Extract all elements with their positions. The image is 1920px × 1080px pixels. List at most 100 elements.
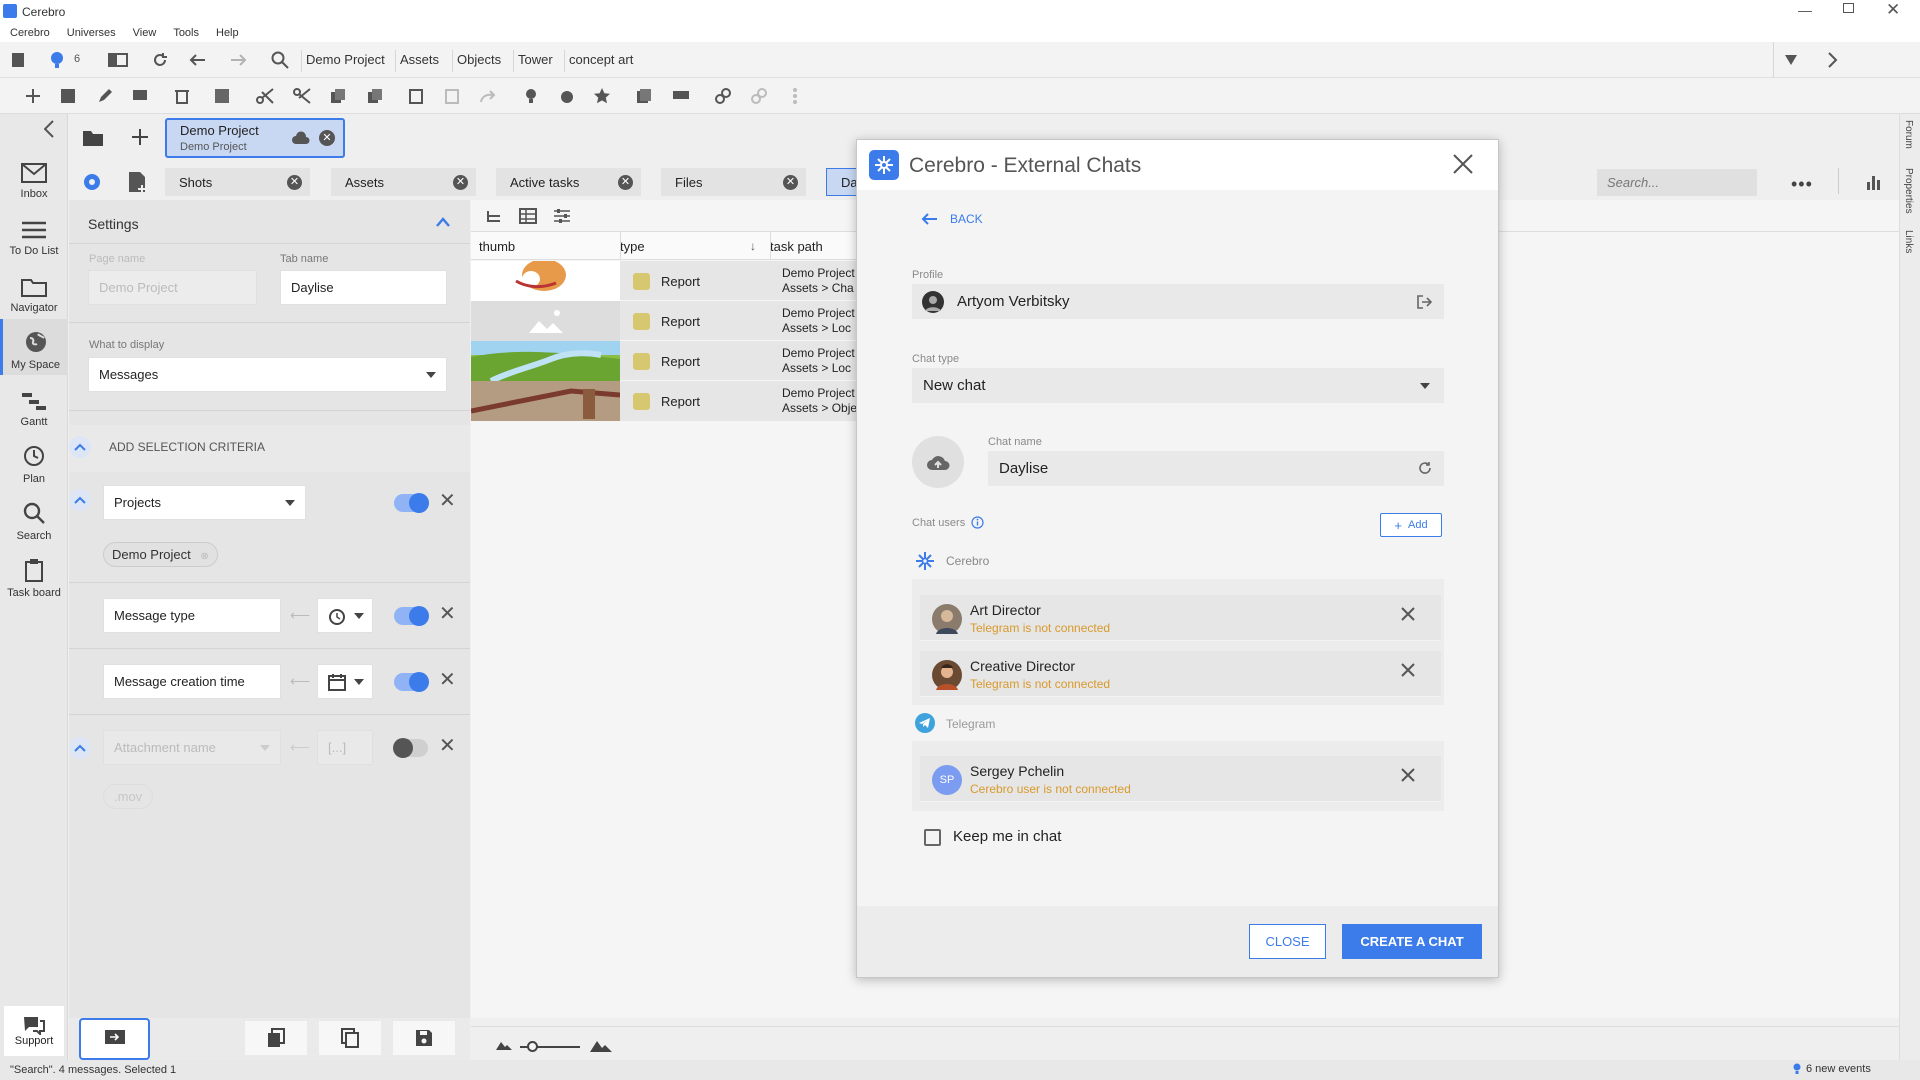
open-folder-icon[interactable]	[82, 129, 104, 147]
remove-criteria-icon[interactable]: ✕	[439, 670, 456, 690]
tab-shots[interactable]: Shots ✕	[165, 168, 310, 196]
projects-toggle[interactable]	[394, 493, 429, 513]
link-icon[interactable]	[712, 85, 734, 107]
attachment-name-select[interactable]: Attachment name	[103, 730, 281, 765]
cut-link-icon[interactable]	[291, 85, 313, 107]
refresh-icon[interactable]	[149, 49, 171, 71]
projects-select[interactable]: Projects	[103, 485, 306, 520]
sidebar-item-my-space[interactable]: My Space	[0, 319, 68, 375]
tab-active-tasks[interactable]: Active tasks ✕	[496, 168, 641, 196]
copy-page-button[interactable]	[245, 1021, 307, 1055]
forward-arrow-icon[interactable]	[228, 49, 250, 71]
menu-cerebro[interactable]: Cerebro	[10, 27, 50, 39]
window-close-button[interactable]: ✕	[1886, 0, 1900, 20]
projects-collapse-icon[interactable]	[69, 489, 91, 511]
bar-chart-icon[interactable]	[1866, 174, 1882, 190]
gear-icon[interactable]	[82, 172, 102, 192]
page-name-field[interactable]: Demo Project	[88, 270, 257, 305]
copy-icon[interactable]	[327, 85, 349, 107]
attachment-collapse-icon[interactable]	[69, 737, 91, 759]
chip-remove-icon[interactable]: ⊗	[200, 551, 208, 562]
menu-tools[interactable]: Tools	[173, 27, 199, 39]
display-select[interactable]: Messages	[88, 357, 447, 392]
menu-view[interactable]: View	[133, 27, 157, 39]
column-type[interactable]: type	[620, 239, 645, 254]
keep-me-checkbox[interactable]	[924, 829, 941, 846]
message-icon[interactable]	[129, 85, 151, 107]
edit-pencil-icon[interactable]	[94, 85, 116, 107]
save-page-button[interactable]	[393, 1021, 455, 1055]
remove-user-icon[interactable]	[1401, 768, 1415, 782]
close-tab-icon[interactable]: ✕	[287, 175, 302, 190]
breadcrumb-tower[interactable]: Tower	[513, 50, 557, 72]
zoom-out-mountain-icon[interactable]	[496, 1040, 512, 1050]
duplicate-icon[interactable]	[633, 85, 655, 107]
attachment-chip[interactable]: .mov	[103, 784, 154, 809]
move-icon[interactable]	[670, 85, 692, 107]
remove-user-icon[interactable]	[1401, 607, 1415, 621]
new-events-indicator[interactable]: 6 new events	[1793, 1063, 1871, 1075]
table-row[interactable]: Report Demo Project Assets > Loc	[471, 301, 857, 341]
tab-files[interactable]: Files ✕	[661, 168, 806, 196]
add-user-button[interactable]: + Add	[1380, 513, 1442, 537]
search-input[interactable]: Search...	[1597, 169, 1757, 196]
notification-bulb-icon[interactable]	[46, 49, 68, 71]
breadcrumb-objects[interactable]: Objects	[452, 50, 505, 72]
refresh-icon[interactable]	[1418, 461, 1432, 475]
alarm-selector[interactable]	[317, 598, 373, 633]
alarm-icon[interactable]	[556, 85, 578, 107]
column-task-path[interactable]: task path	[770, 239, 823, 254]
cloud-icon[interactable]	[291, 131, 311, 145]
support-button[interactable]: Support	[4, 1006, 64, 1056]
scissors-icon[interactable]	[254, 85, 276, 107]
plus-icon[interactable]	[22, 85, 44, 107]
info-icon[interactable]	[971, 516, 984, 529]
minimize-button[interactable]: —	[1798, 2, 1812, 18]
remove-criteria-icon[interactable]: ✕	[439, 491, 456, 511]
rail-links[interactable]: Links	[1903, 230, 1914, 253]
sidebar-item-inbox[interactable]: Inbox	[0, 148, 68, 204]
chat-type-select[interactable]: New chat	[912, 368, 1444, 403]
more-options-icon[interactable]: •••	[1791, 174, 1813, 195]
redo-icon[interactable]	[477, 85, 499, 107]
close-tab-icon[interactable]: ✕	[618, 175, 633, 190]
rail-forum[interactable]: Forum	[1903, 120, 1914, 149]
layout-icon[interactable]	[107, 49, 129, 71]
sidebar-item-plan[interactable]: Plan	[0, 433, 68, 489]
add-tab-icon[interactable]	[132, 129, 148, 145]
menu-universes[interactable]: Universes	[67, 27, 116, 39]
send-message-button[interactable]	[79, 1018, 150, 1060]
criteria-collapse-icon[interactable]	[69, 436, 91, 458]
add-selection-criteria[interactable]: ADD SELECTION CRITERIA	[109, 440, 265, 454]
table-row[interactable]: Report Demo Project Assets > Loc	[471, 341, 857, 381]
tab-name-field[interactable]: Daylise	[280, 270, 447, 305]
sidebar-item-gantt[interactable]: Gantt	[0, 376, 68, 432]
restore-button[interactable]	[1843, 3, 1854, 13]
flow-icon[interactable]	[784, 85, 806, 107]
duplicate-page-button[interactable]	[319, 1021, 381, 1055]
remove-criteria-icon[interactable]: ✕	[439, 604, 456, 624]
menu-help[interactable]: Help	[216, 27, 239, 39]
collapse-sidebar-icon[interactable]	[44, 120, 54, 138]
sidebar-item-task-board[interactable]: Task board	[0, 547, 68, 603]
paste-icon[interactable]	[405, 85, 427, 107]
project-chip[interactable]: Demo Project ⊗	[103, 542, 218, 567]
stack-icon[interactable]	[211, 85, 233, 107]
bulb-icon[interactable]	[520, 85, 542, 107]
chat-name-field[interactable]: Daylise	[988, 451, 1444, 486]
zoom-slider-handle[interactable]	[527, 1041, 538, 1052]
message-type-toggle[interactable]	[394, 606, 429, 626]
hierarchy-icon[interactable]	[485, 208, 503, 224]
search-icon[interactable]	[269, 49, 291, 71]
table-row[interactable]: Report Demo Project Assets > Obje	[471, 381, 857, 421]
filter-sliders-icon[interactable]	[553, 208, 571, 224]
tab-assets[interactable]: Assets ✕	[331, 168, 476, 196]
logout-icon[interactable]	[1416, 294, 1432, 310]
table-row[interactable]: Report Demo Project Assets > Cha	[471, 261, 857, 301]
dialog-close-icon[interactable]	[1453, 154, 1473, 174]
bracket-selector[interactable]: [...]	[317, 730, 373, 765]
unlink-icon[interactable]	[748, 85, 770, 107]
sort-arrow-icon[interactable]: ↓	[750, 239, 756, 253]
sidebar-item-search[interactable]: Search	[0, 490, 68, 546]
chevron-right-icon[interactable]	[1822, 49, 1844, 71]
